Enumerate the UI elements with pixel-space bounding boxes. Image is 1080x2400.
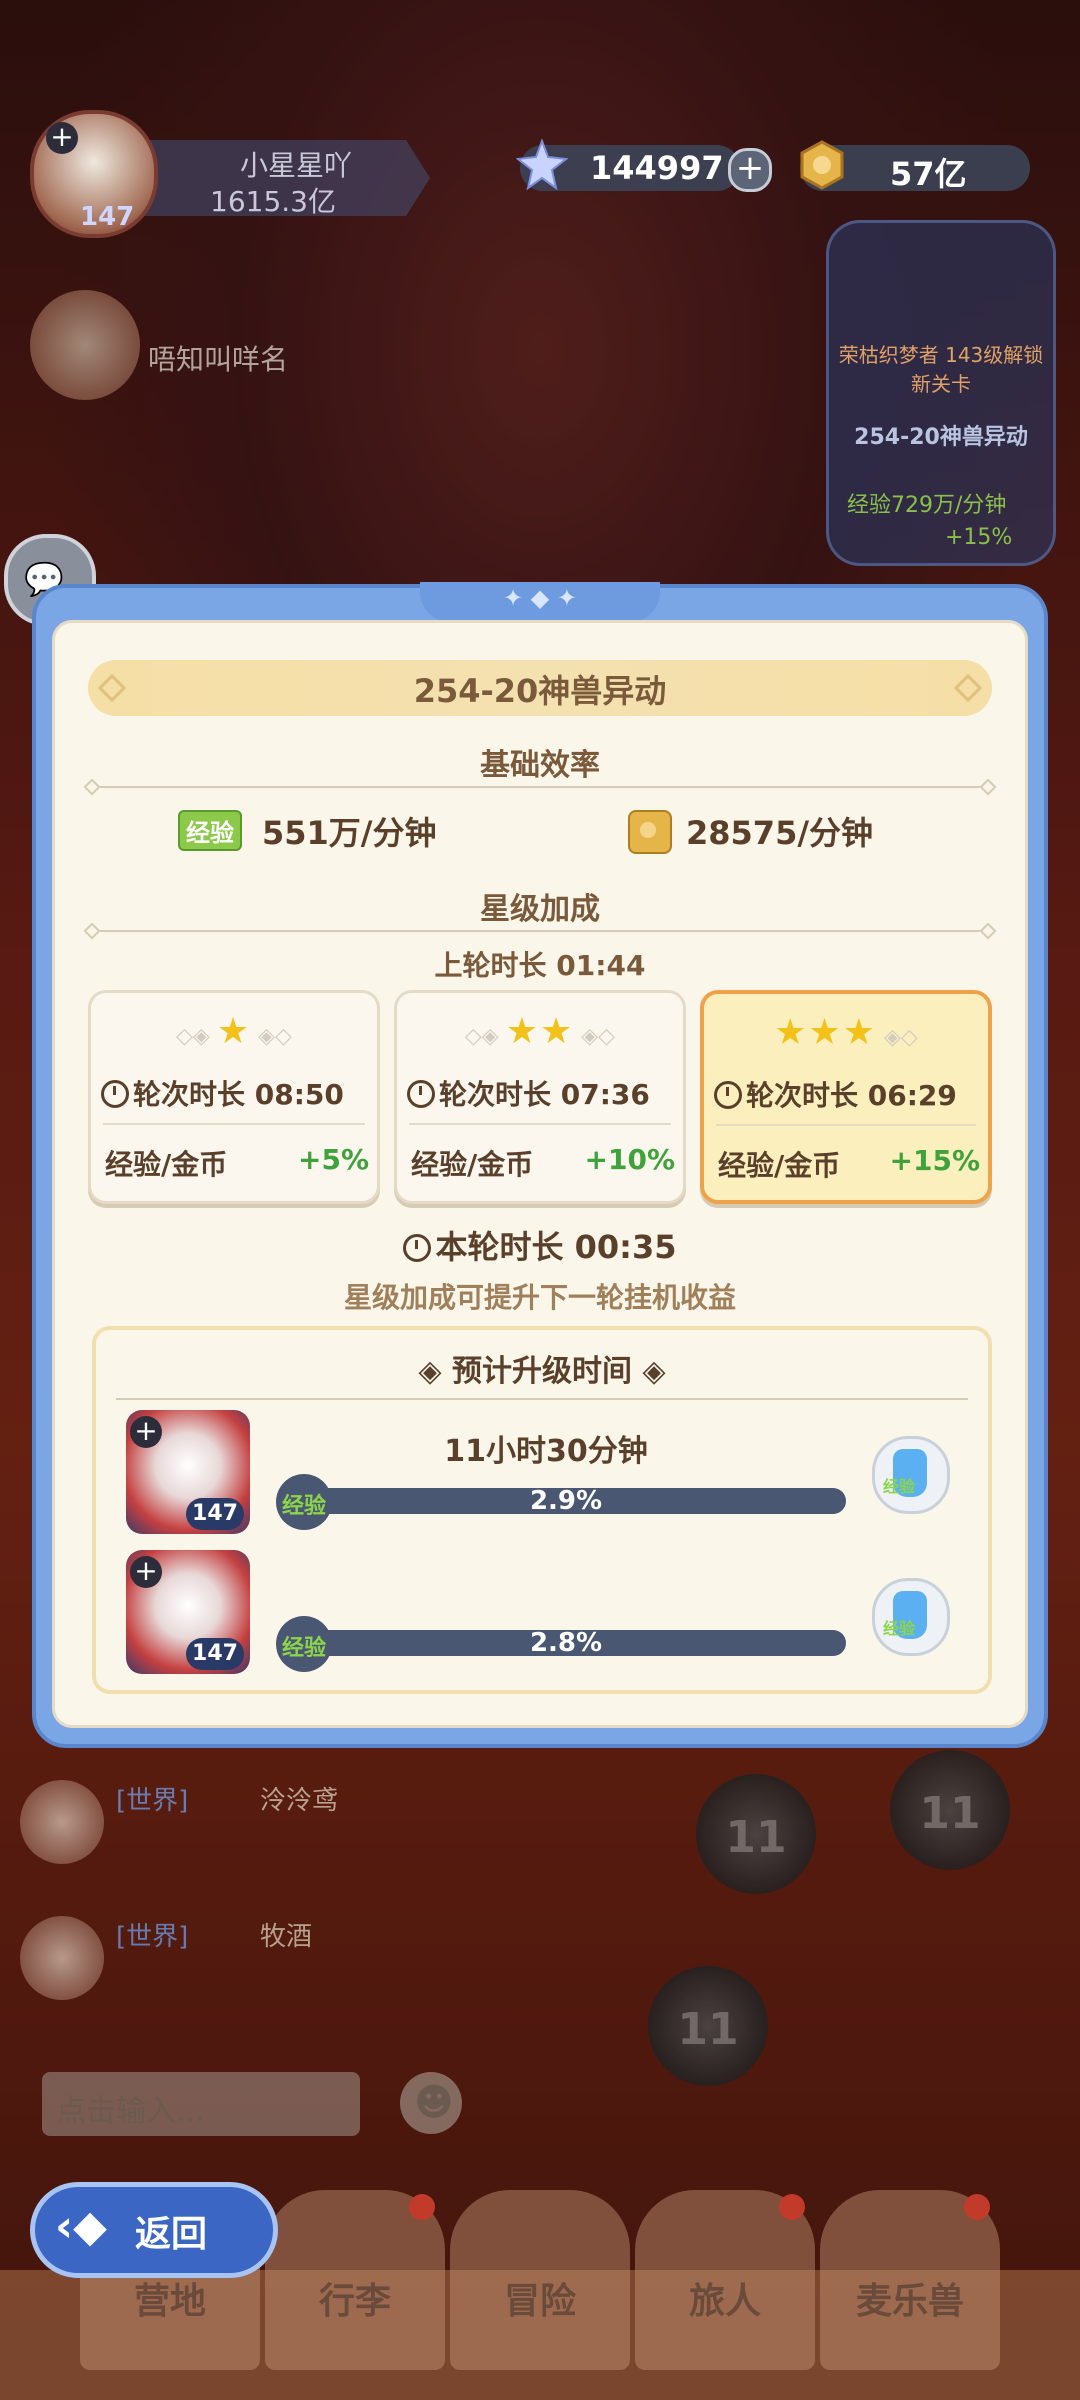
avatar [20,1780,104,1864]
stage-card-bonus: +15% [945,525,1013,550]
divider [92,930,988,932]
tier-bonus: +10% [584,1143,675,1176]
hero-portrait[interactable]: + 147 [126,1550,250,1674]
stage-card-exp: 经验729万/分钟 [847,493,1007,518]
clock-icon [714,1081,742,1109]
chat-channel: [世界] [116,1922,189,1952]
chat-input[interactable]: 点击输入... [42,2072,360,2136]
tier-reward-label: 经验/金币 [105,1148,228,1181]
unlock-badge-text: 荣枯织梦者 143级解锁新关卡 [838,343,1044,396]
chat-sender: 泠泠鸢 [260,1786,339,1816]
stage-card-title: 254-20神兽异动 [854,425,1028,450]
hero-exp-percent: 2.9% [529,1486,603,1516]
hero-exp-bar: 经验 2.8% [276,1616,846,1672]
chat-line[interactable]: [世界] 牧酒 [20,1916,620,2006]
divider [92,786,988,788]
tier-reward-label: 经验/金币 [718,1149,841,1182]
player-info[interactable]: 小星星吖 1615.3亿 + 147 [30,110,430,238]
level-up-estimate-box: ◈ 预计升级时间 ◈ 11小时30分钟 + 147 经验 2.9% 经验 + 1… [92,1326,992,1694]
notification-dot [779,2194,805,2220]
tier-bonus: +5% [298,1143,369,1176]
tier-duration-label: 轮次时长 [439,1078,552,1111]
nav-adventure[interactable]: 冒险 [450,2190,630,2370]
hero-level: 147 [186,1638,244,1670]
tier-reward-label: 经验/金币 [411,1148,534,1181]
chat-channel: [世界] [116,1786,189,1816]
tier-duration: 06:29 [867,1079,957,1112]
plus-icon: + [130,1416,162,1448]
star-rating-icon: ★★★ ◈◇ [774,1012,918,1053]
hero-portrait[interactable]: + 147 [126,1410,250,1534]
gold-counter: 57亿 [800,140,1030,193]
player-power: 1615.3亿 [210,185,336,218]
gems-value: 144997 [590,149,724,187]
clock-icon [403,1234,432,1262]
hero-exp-percent: 2.8% [529,1628,603,1658]
emoji-button[interactable]: ☻ [400,2072,462,2134]
diamond-ornament-icon: ◈ [632,1354,666,1389]
friend-name: 唔知叫咩名 [148,343,289,376]
gold-coin-icon [800,140,844,190]
panel-title-bar: 254-20神兽异动 [88,660,992,716]
star-rating-icon: ◇◈ ★ ◈◇ [176,1011,292,1052]
exp-potion-button[interactable]: 经验 [872,1436,950,1514]
gold-value: 57亿 [890,155,967,193]
notification-dot [964,2194,990,2220]
tier-duration: 08:50 [254,1078,344,1111]
plus-icon: + [46,122,78,154]
skill-orb[interactable]: 11 [890,1750,1010,1870]
add-gems-button[interactable]: + [728,148,772,192]
panel-title: 254-20神兽异动 [413,672,667,710]
current-round: 本轮时长 00:35 [0,1222,1080,1268]
player-name-plate: 小星星吖 1615.3亿 [130,140,430,216]
plus-icon: + [130,1556,162,1588]
current-round-duration: 本轮时长 00:35 [435,1228,677,1266]
tier-duration-label: 轮次时长 [133,1078,246,1111]
player-avatar[interactable]: + 147 [30,110,158,238]
clock-icon [407,1080,435,1108]
nav-pets[interactable]: 麦乐兽 [820,2190,1000,2370]
star-rating-icon: ◇◈ ★★ ◈◇ [464,1011,616,1052]
base-efficiency-heading: 基础效率 [480,748,600,783]
tier-duration: 07:36 [560,1078,650,1111]
star-tier-2[interactable]: ◇◈ ★★ ◈◇ 轮次时长 07:36 经验/金币 +10% [394,990,686,1204]
exp-potion-button[interactable]: 经验 [872,1578,950,1656]
chat-sender: 牧酒 [260,1922,313,1952]
player-level: 147 [80,202,135,232]
clock-icon [101,1080,129,1108]
exp-rate: 551万/分钟 [262,814,437,852]
skill-orb[interactable]: 11 [696,1774,816,1894]
hero-level: 147 [186,1498,244,1530]
chat-line[interactable]: [世界] 泠泠鸢 [20,1780,620,1870]
star-bonus-heading: 星级加成 [480,892,600,927]
nav-travelers[interactable]: 旅人 [635,2190,815,2370]
player-name: 小星星吖 [240,149,353,182]
star-tier-1[interactable]: ◇◈ ★ ◈◇ 轮次时长 08:50 经验/金币 +5% [88,990,380,1204]
stage-card[interactable]: 荣枯织梦者 143级解锁新关卡 254-20神兽异动 经验729万/分钟 +15… [826,220,1056,566]
exp-tag: 经验 [178,810,242,851]
nav-bag[interactable]: 行李 [265,2190,445,2370]
star-tier-3[interactable]: ★★★ ◈◇ 轮次时长 06:29 经验/金币 +15% [700,990,992,1204]
gem-star-icon [516,139,568,191]
smiley-icon: ☻ [414,2080,454,2124]
tier-duration-label: 轮次时长 [746,1079,859,1112]
skill-orb[interactable]: 11 [648,1966,768,2086]
diamond-ornament-icon: ◈ [418,1354,452,1389]
star-bonus-hint: 星级加成可提升下一轮挂机收益 [343,1281,736,1314]
gold-coin-icon [628,810,672,854]
back-button[interactable]: ‹◆ 返回 [30,2182,278,2278]
friend-avatar[interactable] [30,290,140,400]
avatar [20,1916,104,2000]
last-round-duration: 上轮时长 01:44 [434,949,646,982]
notification-dot [409,2194,435,2220]
gems-counter: 144997 [516,139,740,191]
panel-top-ornament: ✦ ◆ ✦ [420,582,660,622]
upgrade-title: 预计升级时间 [452,1354,632,1389]
hero-exp-bar: 经验 2.9% [276,1474,846,1530]
gold-rate: 28575/分钟 [686,814,874,852]
back-arrow-icon: ‹◆ [55,2201,107,2252]
tier-bonus: +15% [889,1144,980,1177]
